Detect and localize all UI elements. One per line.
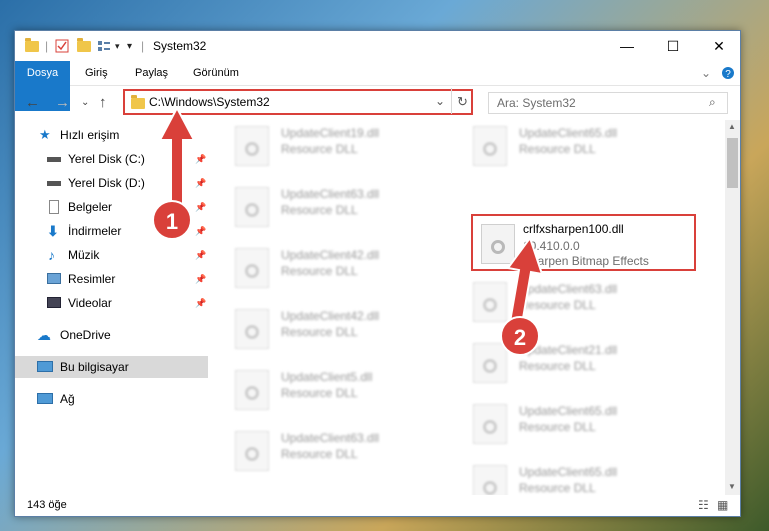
dll-file-icon: [473, 465, 507, 495]
list-item[interactable]: UpdateClient21.dll Resource DLL: [463, 337, 693, 387]
search-icon[interactable]: ⌕: [709, 95, 716, 110]
customize-toolbar-icon[interactable]: ▾: [127, 37, 132, 55]
new-folder-icon[interactable]: [77, 37, 91, 55]
music-icon: ♪: [48, 247, 55, 263]
sidebar-item-videos[interactable]: Videolar 📌: [15, 292, 208, 314]
network-icon: [37, 393, 53, 404]
computer-icon: [37, 361, 53, 372]
sidebar-item-local-disk-c[interactable]: Yerel Disk (C:) 📌: [15, 148, 208, 170]
vertical-scrollbar[interactable]: ▲ ▼: [725, 120, 740, 495]
maximize-button[interactable]: ☐: [650, 31, 696, 61]
file-list: UpdateClient19.dll Resource DLL UpdateCl…: [209, 120, 725, 495]
view-icon[interactable]: [97, 37, 111, 55]
tab-view[interactable]: Görünüm: [193, 61, 239, 85]
up-arrow-icon[interactable]: ↑: [99, 94, 107, 111]
list-item[interactable]: UpdateClient5.dll Resource DLL: [225, 364, 455, 414]
pictures-icon: [47, 273, 61, 284]
list-item[interactable]: UpdateClient65.dll Resource DLL: [463, 120, 693, 170]
details-view-icon[interactable]: ☷: [698, 498, 709, 512]
cloud-icon: ☁: [37, 327, 51, 343]
star-icon: ★: [39, 127, 51, 142]
sidebar-item-music[interactable]: ♪ Müzik 📌: [15, 244, 208, 266]
drive-icon: [47, 157, 61, 162]
properties-icon[interactable]: [55, 37, 69, 55]
address-bar: ← → ⌄ ↑ C:\Windows\System32 ⌄ ↻ Ara: Sys…: [15, 86, 740, 120]
document-icon: [49, 200, 59, 214]
large-icons-view-icon[interactable]: ▦: [717, 498, 728, 512]
refresh-icon[interactable]: ↻: [457, 94, 468, 110]
sidebar-item-this-pc[interactable]: Bu bilgisayar: [15, 356, 208, 378]
dll-file-icon: [235, 248, 269, 288]
list-item[interactable]: UpdateClient19.dll Resource DLL: [225, 120, 455, 170]
scroll-up-icon[interactable]: ▲: [728, 122, 736, 131]
chevron-down-icon[interactable]: ⌄: [435, 94, 445, 108]
chevron-down-icon[interactable]: ⌄: [81, 97, 89, 108]
dll-file-icon: [473, 404, 507, 444]
title-bar: | ▾ ▾ | System32 — ☐ ✕: [15, 31, 740, 61]
drive-icon: [47, 181, 61, 186]
search-input[interactable]: Ara: System32 ⌕: [488, 92, 728, 114]
dll-file-icon: [473, 343, 507, 383]
highlighted-file[interactable]: crlfxsharpen100.dll 10.410.0.0 Sharpen B…: [471, 214, 696, 271]
tab-share[interactable]: Paylaş: [135, 61, 168, 85]
address-path: C:\Windows\System32: [149, 95, 270, 109]
minimize-button[interactable]: —: [604, 31, 650, 61]
pin-icon[interactable]: 📌: [195, 244, 206, 266]
ribbon: Dosya Giriş Paylaş Görünüm ⌄ ?: [15, 61, 740, 111]
address-input[interactable]: C:\Windows\System32 ⌄ ↻: [123, 88, 473, 115]
separator: |: [45, 39, 49, 53]
dll-file-icon: [235, 309, 269, 349]
scroll-down-icon[interactable]: ▼: [728, 482, 736, 491]
status-bar: 143 öğe ☷ ▦: [15, 495, 740, 517]
dll-file-icon: [235, 187, 269, 227]
chevron-down-icon[interactable]: ▾: [115, 37, 120, 55]
download-icon: ⬇: [47, 223, 59, 239]
separator: |: [141, 39, 145, 53]
sidebar-item-quick-access[interactable]: ★ Hızlı erişim: [15, 124, 208, 146]
explorer-window: | ▾ ▾ | System32 — ☐ ✕ Dosya Giriş Payla…: [14, 30, 741, 517]
list-item[interactable]: UpdateClient63.dll Resource DLL: [225, 425, 455, 475]
list-item[interactable]: UpdateClient63.dll Resource DLL: [463, 276, 693, 326]
pin-icon[interactable]: 📌: [195, 196, 206, 218]
pin-icon[interactable]: 📌: [195, 172, 206, 194]
dll-file-icon: [235, 431, 269, 471]
svg-text:?: ?: [725, 69, 731, 80]
video-icon: [47, 297, 61, 308]
list-item[interactable]: UpdateClient65.dll Resource DLL: [463, 459, 693, 495]
forward-arrow-icon[interactable]: →: [55, 94, 70, 111]
dll-file-icon: [481, 224, 515, 264]
sidebar-item-local-disk-d[interactable]: Yerel Disk (D:) 📌: [15, 172, 208, 194]
step-badge-1: 1: [152, 200, 192, 240]
navigation-pane: ★ Hızlı erişim Yerel Disk (C:) 📌 Yerel D…: [15, 120, 208, 495]
sidebar-item-network[interactable]: Ağ: [15, 388, 208, 410]
search-placeholder: Ara: System32: [497, 96, 576, 110]
sidebar-item-pictures[interactable]: Resimler 📌: [15, 268, 208, 290]
back-arrow-icon[interactable]: ←: [25, 94, 40, 111]
dll-file-icon: [235, 126, 269, 166]
list-item[interactable]: UpdateClient63.dll Resource DLL: [225, 181, 455, 231]
item-count: 143 öğe: [27, 499, 67, 511]
folder-icon: [25, 37, 39, 55]
pin-icon[interactable]: 📌: [195, 292, 206, 314]
tab-home[interactable]: Giriş: [85, 61, 108, 85]
list-item[interactable]: UpdateClient42.dll Resource DLL: [225, 303, 455, 353]
close-button[interactable]: ✕: [696, 31, 742, 61]
list-item[interactable]: UpdateClient42.dll Resource DLL: [225, 242, 455, 292]
pin-icon[interactable]: 📌: [195, 268, 206, 290]
pin-icon[interactable]: 📌: [195, 220, 206, 242]
window-title: System32: [153, 39, 207, 53]
chevron-down-icon[interactable]: ⌄: [701, 61, 711, 85]
sidebar-item-onedrive[interactable]: ☁ OneDrive: [15, 324, 208, 346]
step-badge-2: 2: [500, 316, 540, 356]
list-item[interactable]: UpdateClient65.dll Resource DLL: [463, 398, 693, 448]
folder-icon: [131, 95, 145, 109]
dll-file-icon: [473, 282, 507, 322]
separator: [451, 88, 452, 114]
help-icon[interactable]: ?: [721, 61, 735, 85]
scrollbar-thumb[interactable]: [727, 138, 738, 188]
dll-file-icon: [235, 370, 269, 410]
pin-icon[interactable]: 📌: [195, 148, 206, 170]
dll-file-icon: [473, 126, 507, 166]
